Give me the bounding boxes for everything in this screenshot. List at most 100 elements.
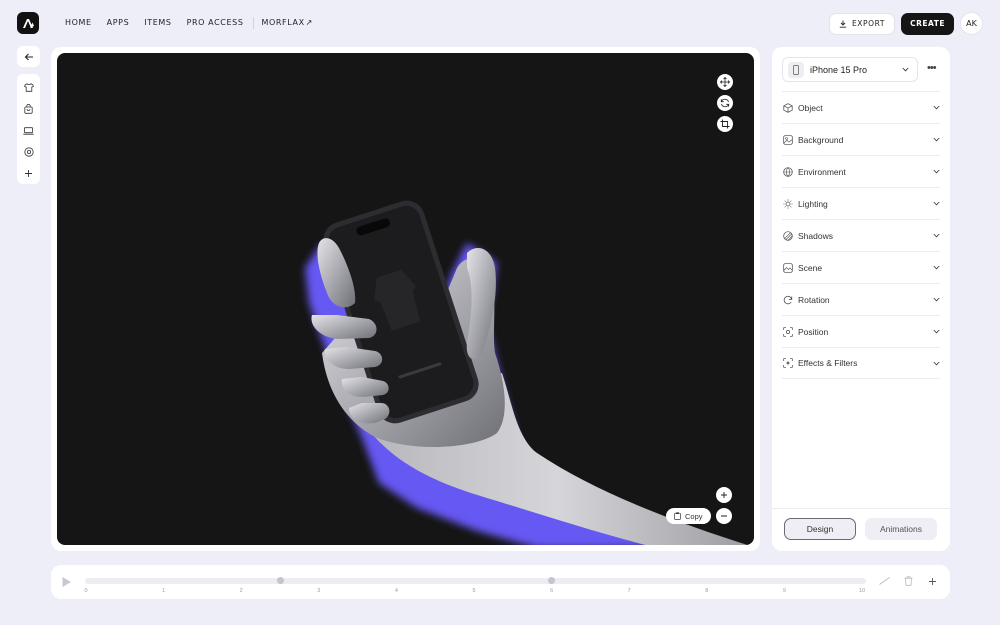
nav-home[interactable]: HOME [65,17,92,29]
section-label: Rotation [798,294,830,305]
nav-pro-access[interactable]: PRO ACCESS [187,17,244,29]
move-button[interactable] [717,74,733,90]
cube-icon [782,102,793,113]
crop-icon [720,119,730,129]
clipboard-icon [674,512,681,520]
section-background[interactable]: Background [782,123,940,155]
hand-phone-mockup[interactable] [57,53,754,545]
device-name: iPhone 15 Pro [810,64,868,75]
chevron-down-icon [933,201,940,206]
timeline-tick: 2 [239,588,243,594]
copy-button[interactable]: Copy [666,508,711,524]
section-object[interactable]: Object [782,91,940,123]
image-icon [782,134,793,145]
timeline-tick: 10 [858,588,866,594]
section-scene[interactable]: Scene [782,251,940,283]
chevron-down-icon [933,105,940,110]
timeline-tick: 3 [317,588,321,594]
section-label: Shadows [798,230,833,241]
rotate-icon [782,294,793,305]
section-rotation[interactable]: Rotation [782,283,940,315]
timeline-tick: 5 [472,588,476,594]
device-select[interactable]: iPhone 15 Pro [782,57,918,82]
timeline-track[interactable] [85,578,866,584]
nav-divider [252,17,254,29]
timeline-tick: 9 [782,588,786,594]
plus-icon [928,577,936,585]
section-environment[interactable]: Environment [782,155,940,187]
chevron-down-icon [902,67,909,72]
crop-button[interactable] [717,116,733,132]
tshirt-tool[interactable] [21,80,37,96]
export-button[interactable]: EXPORT [828,12,896,35]
main-nav: HOME APPS ITEMS PRO ACCESS MORFLAX↗ [65,17,328,29]
section-label: Effects & Filters [798,358,858,368]
laptop-tool[interactable] [21,123,37,139]
chevron-down-icon [933,297,940,302]
download-icon [839,20,847,28]
plus-icon [721,492,727,498]
viewport-frame: Copy [51,47,760,551]
add-keyframe-button[interactable] [925,574,939,588]
refresh-icon [720,98,730,108]
section-lighting[interactable]: Lighting [782,187,940,219]
chevron-down-icon [933,329,940,334]
section-effects-filters[interactable]: Effects & Filters [782,347,940,379]
section-label: Object [798,102,823,113]
ease-curve-icon [878,577,890,585]
more-options-icon[interactable]: ••• [927,62,937,74]
arrow-up-right-icon: ↗ [305,18,313,27]
nav-items[interactable]: ITEMS [144,17,171,29]
tab-animations[interactable]: Animations [865,518,937,540]
section-shadows[interactable]: Shadows [782,219,940,251]
curve-button[interactable] [877,574,891,588]
zoom-in-button[interactable] [716,487,732,503]
viewport-canvas[interactable]: Copy [57,53,754,545]
timeline-keyframe[interactable] [276,577,284,584]
section-position[interactable]: Position [782,315,940,347]
section-label: Scene [798,262,823,273]
bag-tool[interactable] [21,102,37,118]
zoom-out-button[interactable] [716,508,732,524]
header-actions: EXPORT CREATE AK [828,12,983,35]
section-label: Background [798,134,844,145]
back-arrow-icon [24,53,33,60]
focus-icon [782,326,793,337]
nav-morflax[interactable]: MORFLAX↗ [262,17,313,29]
tab-design[interactable]: Design [784,518,856,540]
copy-label: Copy [685,511,703,521]
timeline-tick: 6 [550,588,554,594]
avatar[interactable]: AK [960,12,983,35]
play-icon [62,577,71,587]
add-tool[interactable] [21,166,37,182]
section-label: Position [798,326,829,337]
chevron-down-icon [933,233,940,238]
delete-keyframe-button[interactable] [901,574,915,588]
timeline-tick: 0 [84,588,88,594]
create-button[interactable]: CREATE [901,12,954,35]
sun-icon [782,198,793,209]
target-icon [23,147,34,157]
minus-icon [721,515,727,517]
nav-morflax-label: MORFLAX [261,18,305,27]
chevron-down-icon [933,169,940,174]
chevron-down-icon [933,137,940,142]
timeline-tick: 8 [705,588,709,594]
move-icon [720,77,730,87]
globe-icon [782,166,793,177]
play-button[interactable] [61,575,72,593]
timeline-tick: 1 [162,588,166,594]
reset-rotation-button[interactable] [717,95,733,111]
nav-apps[interactable]: APPS [107,17,130,29]
chevron-down-icon [933,361,940,365]
section-label: Environment [798,166,846,177]
export-label: EXPORT [851,19,886,28]
properties-panel: iPhone 15 Pro ••• Object Background Envi… [772,47,950,551]
trash-icon [904,576,912,586]
timeline-tick: 4 [394,588,398,594]
timeline: 0 1 2 3 4 5 6 7 8 9 10 [51,565,950,599]
target-tool[interactable] [21,145,37,161]
app-logo[interactable] [17,12,39,34]
back-button[interactable] [17,46,40,67]
bag-icon [24,104,33,114]
